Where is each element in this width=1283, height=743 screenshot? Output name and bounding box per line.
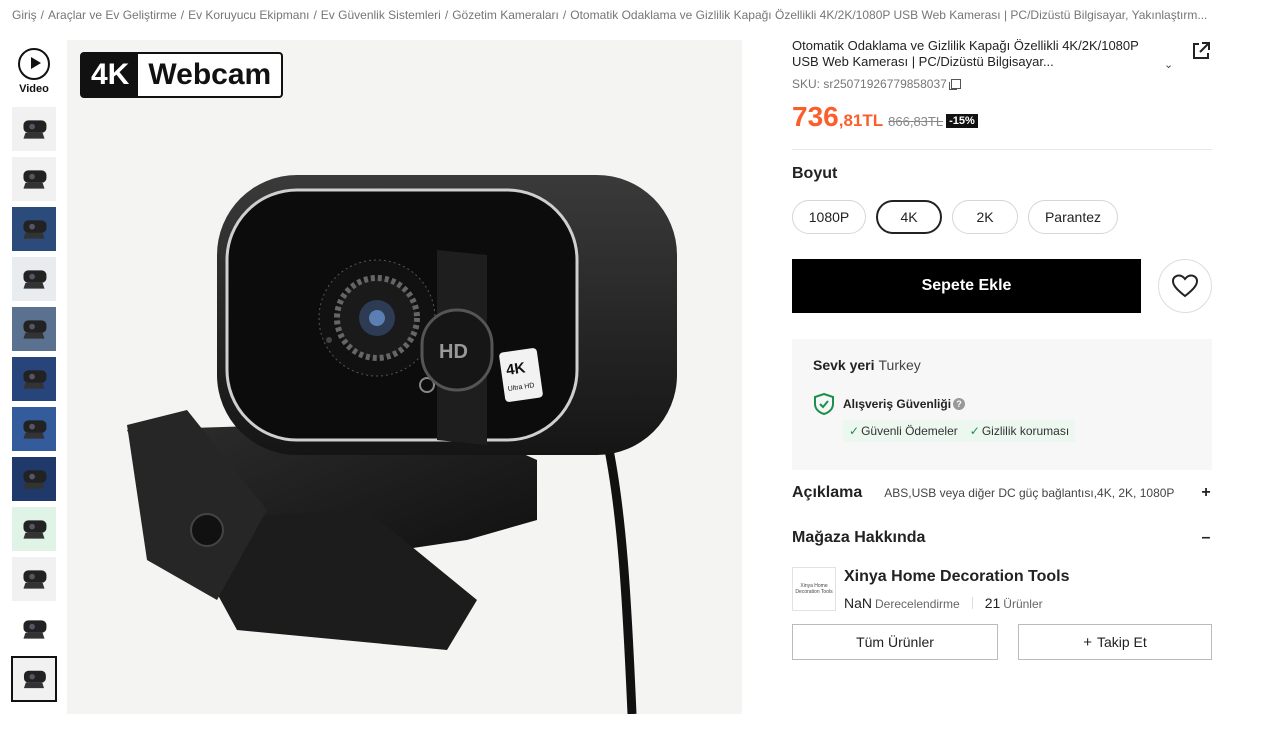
svg-text:HD: HD [439,341,468,363]
breadcrumb-current: Otomatik Odaklama ve Gizlilik Kapağı Öze… [570,8,1208,22]
breadcrumb-home[interactable]: Giriş [12,8,37,24]
product-thumbnail[interactable] [11,306,57,352]
breadcrumb: Giriş / Araçlar ve Ev Geliştirme / Ev Koru… [12,8,1222,24]
product-thumbnail[interactable] [11,606,57,652]
plus-icon: + [1083,633,1092,651]
old-price: 866,83TL [888,114,944,129]
ships-from-label: Sevk yeri [813,357,875,373]
product-thumbnail[interactable] [11,206,57,252]
store-buttons: Tüm Ürünler + Takip Et [792,624,1212,660]
security-tags: ✓ Güvenli Ödemeler ✓ Gizlilik koruması [843,420,1076,442]
store-product-label: Ürünler [1003,597,1043,611]
size-label: Boyut [792,165,838,182]
breadcrumb-home-protection[interactable]: Ev Koruyucu Ekipmanı [188,8,309,24]
all-products-button[interactable]: Tüm Ürünler [792,624,998,660]
svg-text:4K: 4K [505,359,527,379]
product-thumbnail[interactable] [11,106,57,152]
store-card: Xinya Home Decoration Tools Xinya Home D… [792,567,1212,611]
description-summary: ABS,USB veya diğer DC güç bağlantısı,4K,… [884,486,1175,500]
check-icon: ✓ [969,424,980,438]
shopping-security-title: Alışveriş Güvenliği [843,397,952,411]
store-section-title: Mağaza Hakkında [792,529,926,546]
price-integer: 736 [792,101,839,132]
breadcrumb-separator: / [562,8,567,22]
share-icon[interactable] [1190,40,1212,62]
product-title: Otomatik Odaklama ve Gizlilik Kapağı Öze… [792,38,1139,69]
divider [792,149,1212,150]
description-title: Açıklama [792,484,863,501]
minus-icon: – [1201,529,1211,546]
store-product-count: 21 [984,595,1001,611]
follow-label: Takip Et [1096,634,1147,650]
ships-from-value: Turkey [878,357,921,373]
product-info: Otomatik Odaklama ve Gizlilik Kapağı Öze… [792,38,1212,660]
price-row: 736 ,81 TL 866,83TL -15% [792,101,1212,133]
product-thumbnail[interactable] [11,156,57,202]
description-section[interactable]: Açıklama ABS,USB veya diğer DC güç bağla… [792,484,1212,502]
product-thumbnail[interactable] [11,406,57,452]
product-thumbnail[interactable] [11,256,57,302]
product-thumbnail[interactable] [11,656,57,702]
size-option-2k[interactable]: 2K [952,200,1018,234]
follow-button[interactable]: + Takip Et [1018,624,1212,660]
store-logo[interactable]: Xinya Home Decoration Tools [792,567,836,611]
breadcrumb-tools[interactable]: Araçlar ve Ev Geliştirme [48,8,177,24]
store-name[interactable]: Xinya Home Decoration Tools [844,568,1070,586]
price-decimal: ,81 [838,111,863,130]
play-icon [18,47,50,80]
sku-row: SKU: sr25071926779858037 [792,77,1212,91]
store-rating-label: Derecelendirme [875,597,960,611]
product-thumbnail[interactable] [11,456,57,502]
chevron-down-icon[interactable]: ⌄ [1164,58,1173,71]
heart-icon [1172,274,1198,298]
size-options: 1080P 4K 2K Parantez [792,200,1212,234]
breadcrumb-separator: / [40,8,45,22]
breadcrumb-cameras[interactable]: Gözetim Kameraları [452,8,559,24]
divider [971,597,973,609]
product-thumbnail[interactable] [11,506,57,552]
cart-row: Sepete Ekle [792,259,1212,313]
breadcrumb-separator: / [313,8,317,22]
product-thumbnail[interactable] [11,556,57,602]
thumbnail-images [11,106,59,702]
shipping-box: Sevk yeri Turkey Alışveriş Güvenliği ? ✓ G… [792,339,1212,470]
breadcrumb-separator: / [444,8,449,22]
shield-icon [814,393,834,415]
store-meta: NaN Derecelendirme 21 Ürünler [844,595,1070,611]
breadcrumb-separator: / [180,8,185,22]
size-option-4k[interactable]: 4K [876,200,942,234]
store-info: Xinya Home Decoration Tools NaN Derecele… [844,567,1070,611]
store-section-header[interactable]: Mağaza Hakkında – [792,529,1212,547]
security-tag: ✓ Gizlilik koruması [969,424,1070,438]
discount-badge: -15% [946,114,978,128]
store-rating-value: NaN [844,595,873,611]
main-product-image[interactable]: 4K Webcam HD 4K Ultra HD [67,40,742,714]
plus-icon: + [1201,484,1211,501]
add-to-cart-button[interactable]: Sepete Ekle [792,259,1141,313]
size-option-parantez[interactable]: Parantez [1028,200,1118,234]
thumbnail-list: Video [11,40,59,712]
check-icon: ✓ [849,424,860,438]
video-thumbnail[interactable]: Video [11,40,57,102]
size-option-1080p[interactable]: 1080P [792,200,866,234]
shopping-security-row[interactable]: Alışveriş Güvenliği ? [813,393,1191,415]
security-tag: ✓ Güvenli Ödemeler [849,424,958,438]
webcam-illustration: HD 4K Ultra HD [127,175,677,714]
wishlist-button[interactable] [1158,259,1212,313]
price-currency: TL [862,111,884,130]
ships-from-row: Sevk yeri Turkey [813,357,1191,373]
copy-icon[interactable] [948,79,961,90]
product-thumbnail[interactable] [11,356,57,402]
video-label: Video [19,82,49,95]
sku-text: SKU: sr25071926779858037 [792,77,947,91]
help-icon[interactable]: ? [953,398,966,410]
breadcrumb-security-systems[interactable]: Ev Güvenlik Sistemleri [321,8,441,24]
